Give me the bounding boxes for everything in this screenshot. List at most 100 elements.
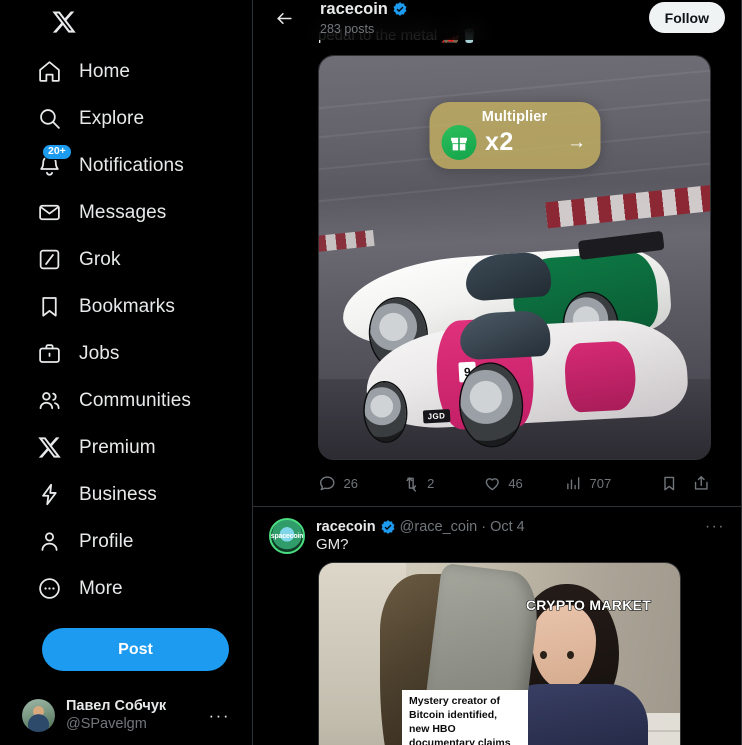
profile-sticky-header: racecoin 283 posts Follow xyxy=(253,0,741,40)
views-button[interactable]: 707 xyxy=(564,474,646,493)
meme-caption-label: CRYPTO MARKET xyxy=(525,596,652,613)
briefcase-icon xyxy=(36,341,62,367)
back-arrow-icon xyxy=(276,12,292,24)
race-car-9: 9 JGD xyxy=(363,298,690,448)
lightning-icon xyxy=(36,482,62,508)
post-count: 283 posts xyxy=(320,21,375,36)
car-sponsor-label: JGD xyxy=(422,408,451,424)
multiplier-overlay-card[interactable]: Multiplier x2 → xyxy=(429,102,600,170)
retweet-count: 2 xyxy=(427,475,435,491)
multiplier-value: x2 xyxy=(485,128,514,157)
track-kerb xyxy=(544,183,710,229)
shining-meme-photo: CRYPTO MARKET Mystery creator of Bitcoin… xyxy=(319,563,680,745)
sidebar-item-jobs[interactable]: Jobs xyxy=(24,330,136,377)
sidebar-item-label: Messages xyxy=(79,201,167,223)
header-text: racecoin 283 posts xyxy=(320,0,408,36)
multiplier-title: Multiplier xyxy=(481,109,548,126)
post-item[interactable]: spacecoin racecoin @race_coin · Oct 4 ··… xyxy=(253,507,741,745)
home-icon xyxy=(36,59,62,85)
account-switcher[interactable]: Павел Собчук @SPavelgm ··· xyxy=(12,685,240,745)
reply-count: 26 xyxy=(343,475,358,491)
sidebar-item-label: Explore xyxy=(79,107,145,129)
account-text: Павел Собчук @SPavelgm xyxy=(66,697,198,733)
bookmark-button[interactable] xyxy=(660,474,679,493)
post-author-handle: @race_coin xyxy=(399,519,478,536)
people-icon xyxy=(36,388,62,414)
bookmark-icon xyxy=(664,476,675,491)
follow-button[interactable]: Follow xyxy=(648,2,725,33)
feed-column: racecoin 283 posts Follow pedal to the m… xyxy=(253,0,742,745)
post-header: spacecoin racecoin @race_coin · Oct 4 ··… xyxy=(269,518,725,562)
post-media-photo[interactable]: CRYPTO MARKET Mystery creator of Bitcoin… xyxy=(318,562,681,745)
envelope-icon xyxy=(36,200,62,226)
post-author-row: racecoin @race_coin · Oct 4 ··· xyxy=(316,518,725,536)
retweet-icon xyxy=(406,477,416,492)
like-count: 46 xyxy=(508,475,523,491)
view-count: 707 xyxy=(589,475,612,491)
reply-icon xyxy=(320,476,335,491)
account-name: Павел Собчук xyxy=(66,697,167,714)
sidebar-item-home[interactable]: Home xyxy=(24,48,146,95)
sidebar-nav: Home Explore 20+ Notifications Messages … xyxy=(24,48,252,612)
search-icon xyxy=(36,106,62,132)
back-button[interactable] xyxy=(267,1,301,35)
account-menu-icon[interactable]: ··· xyxy=(209,707,230,724)
notification-badge: 20+ xyxy=(42,143,72,160)
sidebar-item-premium[interactable]: Premium xyxy=(24,424,172,471)
sidebar-item-communities[interactable]: Communities xyxy=(24,377,207,424)
x-logo-icon[interactable] xyxy=(40,2,88,42)
meme-headline-box: Mystery creator of Bitcoin identified, n… xyxy=(402,690,529,745)
gift-icon xyxy=(441,125,476,161)
arrow-right-icon: → xyxy=(567,132,586,154)
page-title: racecoin xyxy=(320,0,388,18)
sidebar-item-label: Business xyxy=(79,483,157,505)
x-app-window: Home Explore 20+ Notifications Messages … xyxy=(0,0,742,745)
post-date[interactable]: Oct 4 xyxy=(490,519,525,535)
post-action-bar: 26 2 46 707 xyxy=(269,460,725,506)
reply-button[interactable]: 26 xyxy=(318,474,402,493)
sidebar-item-grok[interactable]: Grok xyxy=(24,236,137,283)
x-icon xyxy=(36,435,62,461)
like-button[interactable]: 46 xyxy=(483,474,564,493)
sidebar-item-label: Communities xyxy=(79,389,191,411)
sidebar-item-more[interactable]: More xyxy=(24,565,139,612)
sidebar-item-label: Profile xyxy=(79,530,134,552)
person-icon xyxy=(36,529,62,555)
sidebar-item-bookmarks[interactable]: Bookmarks xyxy=(24,283,191,330)
avatar xyxy=(22,698,55,732)
analytics-icon xyxy=(567,477,580,490)
sidebar-item-business[interactable]: Business xyxy=(24,471,173,518)
bookmark-icon xyxy=(36,294,62,320)
heart-icon xyxy=(485,478,499,491)
sidebar-item-label: Notifications xyxy=(79,154,184,176)
post-text: GM? xyxy=(316,536,349,554)
sidebar-item-notifications[interactable]: 20+ Notifications xyxy=(24,142,200,189)
header-title-row: racecoin xyxy=(320,0,408,19)
sidebar-item-label: More xyxy=(79,577,123,599)
avatar[interactable]: spacecoin xyxy=(269,518,305,555)
post-meta-separator: · xyxy=(481,519,487,536)
more-circle-icon xyxy=(36,576,62,602)
sidebar-item-profile[interactable]: Profile xyxy=(24,518,150,565)
verified-badge-icon xyxy=(392,1,408,17)
sidebar-item-label: Home xyxy=(79,60,131,82)
sidebar-item-label: Jobs xyxy=(79,342,120,364)
retweet-button[interactable]: 2 xyxy=(402,474,483,493)
sidebar: Home Explore 20+ Notifications Messages … xyxy=(0,0,253,745)
sidebar-item-messages[interactable]: Messages xyxy=(24,189,182,236)
post-button[interactable]: Post xyxy=(42,628,229,671)
sidebar-item-label: Premium xyxy=(79,436,156,458)
post-item[interactable]: pedal to the metal 🏎️🥤 169 xyxy=(253,0,741,508)
post-menu-icon[interactable]: ··· xyxy=(705,519,725,535)
post-author-name[interactable]: racecoin xyxy=(316,519,376,535)
post-media-photo[interactable]: 169 9 JGD xyxy=(318,55,711,461)
share-icon xyxy=(695,476,709,490)
sidebar-item-label: Bookmarks xyxy=(79,295,175,317)
sidebar-item-explore[interactable]: Explore xyxy=(24,95,160,142)
verified-badge-icon xyxy=(380,519,396,535)
account-handle: @SPavelgm xyxy=(66,716,147,732)
grok-icon xyxy=(36,247,62,273)
bell-icon: 20+ xyxy=(36,143,72,179)
share-button[interactable] xyxy=(692,474,711,493)
sidebar-item-label: Grok xyxy=(79,248,121,270)
